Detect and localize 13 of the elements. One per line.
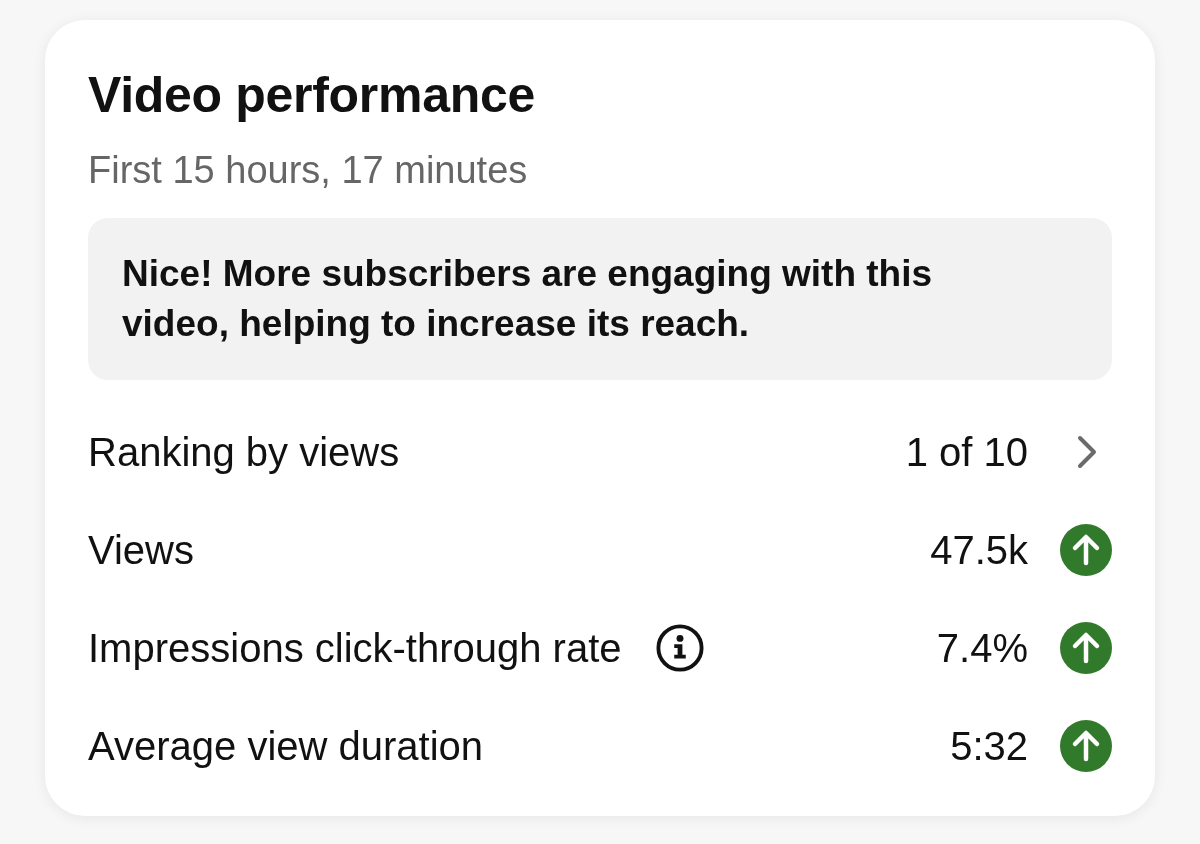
message-callout: Nice! More subscribers are engaging with this video, helping to increase its reach. <box>88 218 1112 380</box>
metric-value: 1 of 10 <box>905 429 1028 476</box>
metric-label: Views <box>88 527 194 574</box>
chevron-right-icon[interactable] <box>1076 434 1098 470</box>
metric-value: 7.4% <box>936 625 1028 672</box>
metric-label: Average view duration <box>88 723 484 770</box>
card-title: Video performance <box>88 66 536 124</box>
info-icon[interactable] <box>655 624 704 672</box>
metric-label: Ranking by views <box>88 429 400 476</box>
metric-value: 5:32 <box>950 723 1028 770</box>
metric-label: Impressions click-through rate <box>88 625 622 672</box>
metric-value: 47.5k <box>930 527 1028 574</box>
card-subtitle: First 15 hours, 17 minutes <box>88 148 529 192</box>
